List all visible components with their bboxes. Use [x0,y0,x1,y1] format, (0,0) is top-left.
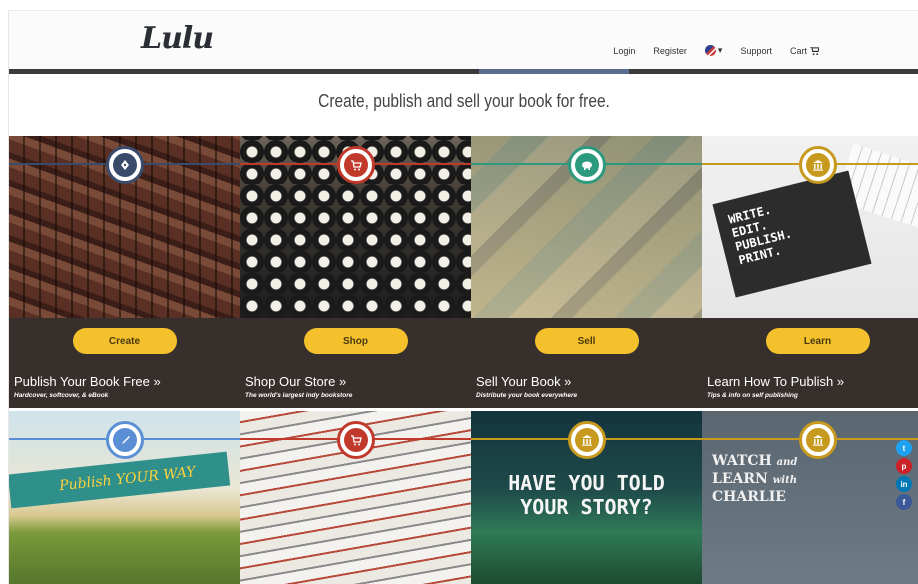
tile-shop-books[interactable] [240,411,471,584]
cart-icon [343,153,368,177]
tile-learn-subtitle: Tips & info on self publishing [707,392,798,399]
cart-badge [336,146,375,184]
cart-link[interactable]: Cart [790,46,819,56]
publish-ribbon: Publish YOUR WAY [9,451,231,509]
watch-and: and [776,457,798,468]
facebook-icon[interactable]: f [896,494,912,510]
tile-publish-your-way[interactable]: Publish YOUR WAY [9,411,240,584]
tile-shop[interactable]: Shop Shop Our Store » The world's larges… [240,136,471,408]
tile-shop-band: Shop Shop Our Store » The world's larges… [240,318,471,408]
tile-create-band: Create Publish Your Book Free » Hardcove… [9,318,240,408]
lulu-logo[interactable]: Lulu [141,21,214,56]
watch-line-2: LEARN [712,471,768,487]
watch-headline: WATCH and LEARN with CHARLIE [712,453,797,505]
watch-with: with [772,475,797,486]
cart-icon [343,428,368,452]
register-link[interactable]: Register [653,46,687,56]
pinterest-icon[interactable]: p [896,458,912,474]
cart-label: Cart [789,45,807,56]
pen-nib-icon [112,153,137,177]
institution-icon [805,153,830,177]
top-nav: Login Register ▾ Support Cart [613,45,819,56]
institution-badge [798,146,837,184]
tile-learn-title[interactable]: Learn How To Publish » [707,374,844,389]
tile-watch-charlie[interactable]: WATCH and LEARN with CHARLIE [702,411,918,584]
institution-icon [805,428,830,452]
story-line-2: YOUR STORY? [520,495,653,519]
institution-badge [798,421,837,459]
tile-shop-subtitle: The world's largest indy bookstore [245,392,353,399]
language-caret: ▾ [717,45,723,55]
site-header: Lulu Login Register ▾ Support Cart [9,11,918,69]
tile-create-subtitle: Hardcover, softcover, & eBook [14,392,109,399]
tile-sell[interactable]: Sell Sell Your Book » Distribute your bo… [471,136,702,408]
institution-badge [567,421,606,459]
header-divider-highlight [479,69,629,74]
tile-learn[interactable]: WRITE. EDIT. PUBLISH. PRINT. Learn Learn… [702,136,918,408]
login-link[interactable]: Login [613,46,635,56]
learn-button[interactable]: Learn [765,328,870,354]
page-tagline: Create, publish and sell your book for f… [318,91,610,111]
book-cover-image: WRITE. EDIT. PUBLISH. PRINT. [712,170,872,298]
piggy-bank-badge [567,146,606,184]
tile-shop-title[interactable]: Shop Our Store » [245,374,346,389]
tile-sell-band: Sell Sell Your Book » Distribute your bo… [471,318,702,408]
support-link[interactable]: Support [740,46,772,56]
story-headline: HAVE YOU TOLD YOUR STORY? [471,471,702,519]
story-line-1: HAVE YOU TOLD [508,471,665,495]
watch-line-3: CHARLIE [712,489,786,505]
shop-button[interactable]: Shop [303,328,408,354]
tile-learn-band: Learn Learn How To Publish » Tips & info… [702,318,918,408]
rocket-icon [112,428,137,452]
piggy-bank-icon [574,153,599,177]
cart-badge [336,421,375,459]
tile-your-story[interactable]: HAVE YOU TOLD YOUR STORY? [471,411,702,584]
tile-sell-subtitle: Distribute your book everywhere [476,392,578,399]
create-button[interactable]: Create [72,328,177,354]
header-divider [9,69,918,74]
cart-icon [810,46,819,55]
linkedin-icon[interactable]: in [896,476,912,492]
institution-icon [574,428,599,452]
twitter-icon[interactable]: t [896,440,912,456]
watch-line-1: WATCH [712,453,772,469]
browser-viewport: Lulu Login Register ▾ Support Cart Creat… [8,10,918,584]
social-share-bar: t p in f [896,440,912,510]
language-selector[interactable]: ▾ [704,45,723,56]
tile-create-title[interactable]: Publish Your Book Free » [14,374,161,389]
us-flag-icon [704,45,716,56]
tile-create[interactable]: Create Publish Your Book Free » Hardcove… [9,136,240,408]
rocket-badge [105,421,144,459]
pen-nib-badge [105,146,144,184]
sell-button[interactable]: Sell [534,328,639,354]
tile-sell-title[interactable]: Sell Your Book » [476,374,571,389]
